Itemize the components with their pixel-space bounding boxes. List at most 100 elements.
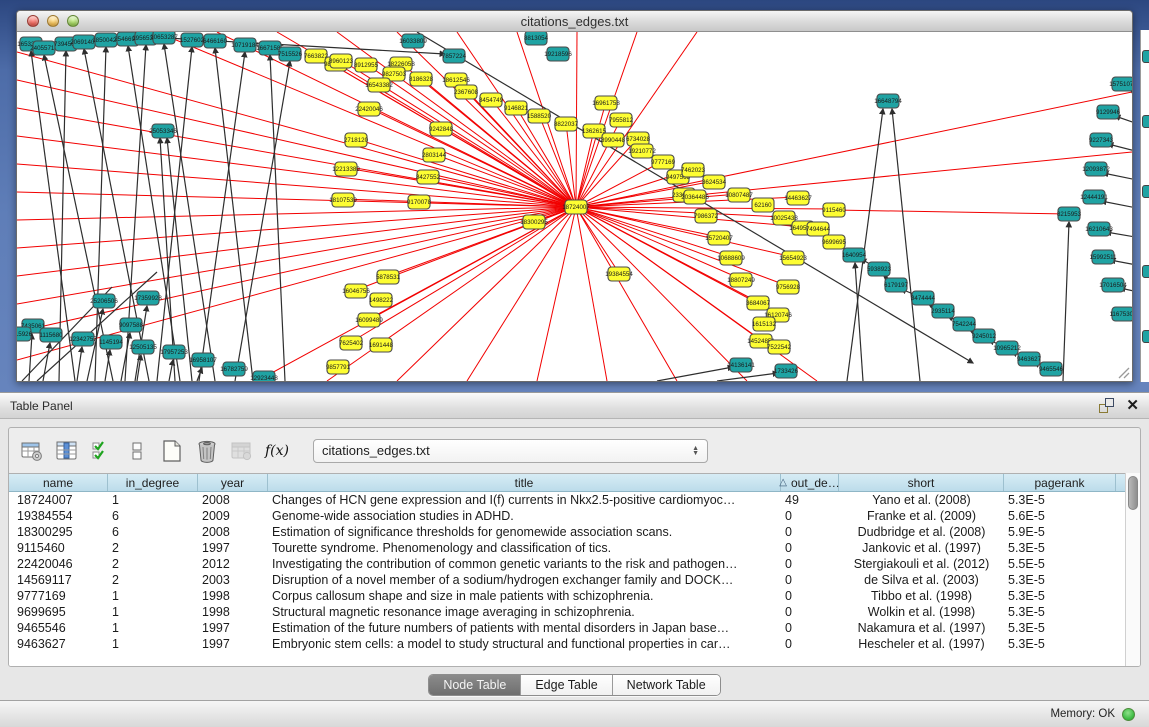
table-row[interactable]: 2242004622012Investigating the contribut… xyxy=(9,556,1140,572)
graph-node[interactable]: 2803144 xyxy=(422,148,447,162)
graph-node[interactable]: 3684067 xyxy=(746,296,771,310)
graph-node[interactable]: 2367608 xyxy=(454,85,479,99)
graph-node[interactable]: 2718120 xyxy=(344,133,369,147)
graph-node[interactable]: 8960123 xyxy=(329,54,354,68)
graph-node[interactable]: 17957253 xyxy=(160,345,188,359)
graph-node[interactable]: 8813054 xyxy=(524,32,549,45)
graph-node[interactable]: 7515526 xyxy=(278,47,303,61)
graph-node[interactable]: 9245012 xyxy=(972,329,997,343)
graph-node[interactable]: 9170078 xyxy=(407,195,432,209)
graph-node[interactable]: 10653287 xyxy=(150,32,178,44)
maximize-window-button[interactable] xyxy=(67,15,79,27)
graph-node[interactable]: 8454749 xyxy=(479,93,504,107)
graph-node[interactable]: 6466160 xyxy=(203,34,228,48)
float-panel-icon[interactable] xyxy=(1099,398,1114,413)
graph-node[interactable]: 9097588 xyxy=(119,318,144,332)
network-window-titlebar[interactable]: citations_edges.txt xyxy=(17,11,1132,32)
graph-node[interactable]: 62160 xyxy=(752,198,774,212)
table-row[interactable]: 946554611997Estimation of the future num… xyxy=(9,620,1140,636)
graph-node[interactable]: 20364486 xyxy=(681,190,709,204)
table-settings-icon[interactable] xyxy=(19,438,45,464)
graph-node[interactable]: 10965212 xyxy=(993,341,1021,355)
graph-node[interactable]: 12342757 xyxy=(69,332,97,346)
graph-node[interactable]: 9146821 xyxy=(504,101,529,115)
graph-node[interactable]: 18107539 xyxy=(329,193,357,207)
graph-node[interactable]: 18724007 xyxy=(562,200,590,214)
graph-node[interactable]: 8990448 xyxy=(601,133,626,147)
table-row[interactable]: 1830029562008Estimation of significance … xyxy=(9,524,1140,540)
graph-node[interactable]: 9465546 xyxy=(1039,362,1064,376)
graph-node[interactable]: 9115460 xyxy=(822,203,846,217)
graph-node[interactable]: 16648794 xyxy=(874,94,902,108)
graph-node[interactable]: 16961758 xyxy=(592,96,620,110)
minimize-window-button[interactable] xyxy=(47,15,59,27)
row-check-icon[interactable] xyxy=(89,438,115,464)
graph-node[interactable]: 8912955 xyxy=(354,58,379,72)
graph-node[interactable]: 15654923 xyxy=(779,251,807,265)
graph-node[interactable]: 7986372 xyxy=(694,209,719,223)
table-row[interactable]: 977716911998Corpus callosum shape and si… xyxy=(9,588,1140,604)
graph-node[interactable]: 9242848 xyxy=(429,122,454,136)
column-header-out_de[interactable]: △out_de… xyxy=(781,474,839,491)
table-row[interactable]: 946362711997Embryonic stem cells: a mode… xyxy=(9,636,1140,652)
graph-node[interactable]: 12923448 xyxy=(250,371,278,381)
citation-network-graph[interactable]: 1653392824055714739456120691406185004242… xyxy=(17,32,1132,381)
tab-node-table[interactable]: Node Table xyxy=(429,675,521,695)
graph-node[interactable]: 16099489 xyxy=(355,313,383,327)
graph-node[interactable]: 25206506 xyxy=(90,294,118,308)
resize-grip-icon[interactable] xyxy=(1116,365,1130,379)
graph-node[interactable]: 25053346 xyxy=(149,124,177,138)
tab-network-table[interactable]: Network Table xyxy=(613,675,720,695)
close-panel-icon[interactable]: ✕ xyxy=(1126,398,1139,413)
column-header-year[interactable]: year xyxy=(198,474,268,491)
graph-node[interactable]: 16046756 xyxy=(342,284,370,298)
graph-node[interactable]: 10807487 xyxy=(725,188,753,202)
column-header-short[interactable]: short xyxy=(839,474,1004,491)
table-row[interactable]: 1456911722003Disruption of a novel membe… xyxy=(9,572,1140,588)
graph-node[interactable]: 7955812 xyxy=(609,113,634,127)
graph-node[interactable]: 5938923 xyxy=(867,262,892,276)
graph-node[interactable]: 7857224 xyxy=(442,49,467,63)
column-header-pagerank[interactable]: pagerank xyxy=(1004,474,1116,491)
graph-node[interactable]: 18807249 xyxy=(727,273,755,287)
graph-node[interactable]: 16543382 xyxy=(365,78,393,92)
graph-node[interactable]: 1733426 xyxy=(774,364,799,378)
graph-node[interactable]: 19384554 xyxy=(605,267,633,281)
graph-node[interactable]: 7542244 xyxy=(952,317,977,331)
graph-node[interactable]: 7494644 xyxy=(806,222,831,236)
close-window-button[interactable] xyxy=(27,15,39,27)
graph-node[interactable]: 19218596 xyxy=(544,47,572,61)
graph-node[interactable]: 15992511 xyxy=(1089,250,1117,264)
graph-node[interactable]: 5878531 xyxy=(376,270,401,284)
graph-node[interactable]: 16033809 xyxy=(399,34,427,48)
graph-node[interactable]: 2935114 xyxy=(931,304,955,318)
graph-node[interactable]: 1115680 xyxy=(39,328,63,342)
graph-node[interactable]: 9699695 xyxy=(822,235,847,249)
graph-node[interactable]: 17359928 xyxy=(134,291,162,305)
graph-node[interactable]: 1498222 xyxy=(369,293,394,307)
graph-node[interactable]: 8186328 xyxy=(409,72,434,86)
table-selector-dropdown[interactable]: citations_edges.txt ▲▼ xyxy=(313,439,708,463)
graph-node[interactable]: 11675309 xyxy=(1109,307,1132,321)
tab-edge-table[interactable]: Edge Table xyxy=(521,675,612,695)
new-file-icon[interactable] xyxy=(159,438,185,464)
graph-node[interactable]: 3474444 xyxy=(911,291,936,305)
graph-node[interactable]: 12093872 xyxy=(1082,162,1110,176)
graph-node[interactable]: 7522542 xyxy=(767,340,792,354)
graph-node[interactable]: 1615132 xyxy=(752,317,777,331)
graph-node[interactable]: 15751074 xyxy=(1109,77,1132,91)
graph-node[interactable]: 16210643 xyxy=(1085,222,1113,236)
graph-node[interactable]: 8215953 xyxy=(1057,207,1082,221)
column-header-title[interactable]: title xyxy=(268,474,781,491)
graph-node[interactable]: 9756928 xyxy=(776,280,801,294)
table-row[interactable]: 1872400712008Changes of HCN gene express… xyxy=(9,492,1140,508)
table-scrollbar[interactable] xyxy=(1125,473,1140,666)
graph-node[interactable]: 1527602 xyxy=(180,33,205,47)
graph-node[interactable]: 3915926 xyxy=(17,327,33,341)
graph-node[interactable]: 18300295 xyxy=(520,215,548,229)
graph-node[interactable]: 1691448 xyxy=(369,338,394,352)
graph-node[interactable]: 7462023 xyxy=(681,163,706,177)
network-canvas[interactable]: 1653392824055714739456120691406185004242… xyxy=(17,32,1132,381)
graph-node[interactable]: 3624534 xyxy=(702,175,727,189)
graph-node[interactable]: 6179197 xyxy=(884,278,909,292)
